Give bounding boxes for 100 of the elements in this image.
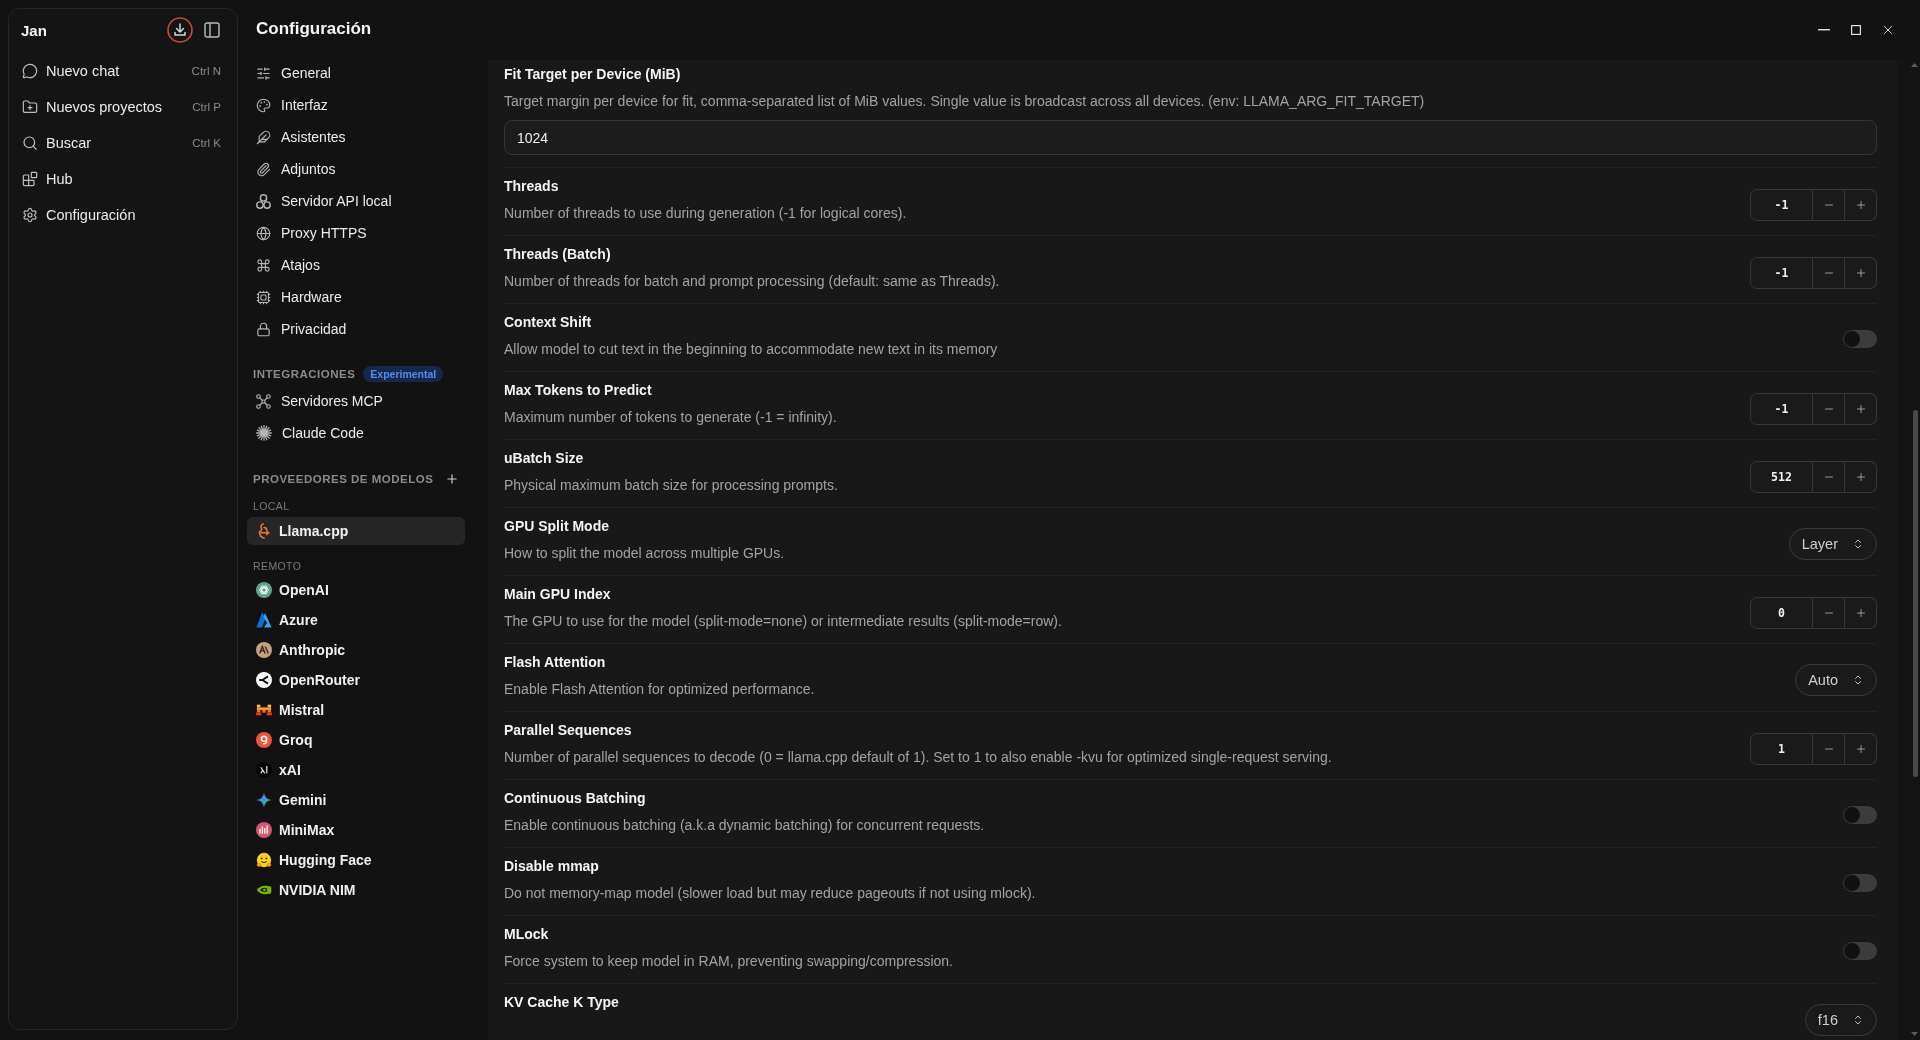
decrement-button[interactable] bbox=[1813, 461, 1845, 493]
sidebar-item[interactable]: Configuración bbox=[17, 197, 229, 233]
section-heading: INTEGRACIONES bbox=[253, 368, 356, 380]
provider-item[interactable]: Groq bbox=[247, 726, 465, 754]
decrement-button[interactable] bbox=[1813, 257, 1845, 289]
setting-title: MLock bbox=[504, 925, 550, 944]
arrow-logo-icon bbox=[256, 672, 272, 688]
nav-item[interactable]: Hardware bbox=[247, 281, 465, 313]
setting-title: KV Cache K Type bbox=[504, 993, 620, 1012]
plus-icon bbox=[1854, 199, 1867, 211]
increment-button[interactable] bbox=[1845, 257, 1877, 289]
provider-item[interactable]: xAI bbox=[247, 756, 465, 784]
setting-description: Target margin per device for fit, comma-separated list of MiB values. Single value is broadcast across all devices. (env: LLAMA_ARG_FIT_TARGET) bbox=[504, 92, 1426, 111]
increment-button[interactable] bbox=[1845, 461, 1877, 493]
shortcut-label: Ctrl N bbox=[191, 65, 221, 77]
shortcut-label: Ctrl K bbox=[192, 137, 221, 149]
slash-logo-icon bbox=[256, 642, 272, 658]
setting-title: Main GPU Index bbox=[504, 585, 612, 604]
setting-title: Flash Attention bbox=[504, 653, 607, 672]
nav-item[interactable]: Proxy HTTPS bbox=[247, 217, 465, 249]
setting-title: Context Shift bbox=[504, 313, 593, 332]
sidebar-item[interactable]: Hub bbox=[17, 161, 229, 197]
toggle-switch[interactable] bbox=[1843, 874, 1877, 892]
text-field[interactable]: 1024 bbox=[504, 120, 1877, 155]
number-field[interactable]: 512 bbox=[1750, 461, 1813, 493]
flame-logo-icon bbox=[256, 523, 272, 539]
sidebar-item[interactable]: Nuevos proyectos Ctrl P bbox=[17, 89, 229, 125]
download-icon bbox=[167, 17, 193, 43]
palette-icon bbox=[256, 97, 271, 113]
select-dropdown[interactable]: Layer bbox=[1788, 528, 1877, 560]
provider-item[interactable]: MiniMax bbox=[247, 816, 465, 844]
scrollbar-thumb[interactable] bbox=[1913, 410, 1918, 777]
paperclip-icon bbox=[256, 161, 271, 177]
provider-item[interactable]: Hugging Face bbox=[247, 846, 465, 874]
nav-item[interactable]: Privacidad bbox=[247, 313, 465, 345]
setting-description: Maximum number of tokens to generate (-1 = infinity). bbox=[504, 408, 838, 427]
increment-button[interactable] bbox=[1845, 189, 1877, 221]
toggle-switch[interactable] bbox=[1843, 942, 1877, 960]
select-dropdown[interactable]: f16 bbox=[1804, 1004, 1877, 1036]
nav-item[interactable]: Adjuntos bbox=[247, 153, 465, 185]
number-field[interactable]: 1 bbox=[1750, 733, 1813, 765]
setting-description: Force system to keep model in RAM, preventing swapping/compression. bbox=[504, 952, 954, 971]
toggle-switch[interactable] bbox=[1843, 330, 1877, 348]
group-heading: LOCAL bbox=[252, 499, 291, 514]
provider-item[interactable]: Anthropic bbox=[247, 636, 465, 664]
group-heading: REMOTO bbox=[252, 559, 303, 574]
nav-item[interactable]: Atajos bbox=[247, 249, 465, 281]
nav-item[interactable]: Servidores MCP bbox=[247, 385, 465, 417]
decrement-button[interactable] bbox=[1813, 597, 1845, 629]
provider-item[interactable]: NVIDIA NIM bbox=[247, 876, 465, 904]
provider-item[interactable]: Llama.cpp bbox=[247, 517, 465, 545]
provider-item[interactable]: Mistral bbox=[247, 696, 465, 724]
provider-item[interactable]: Gemini bbox=[247, 786, 465, 814]
number-field[interactable]: -1 bbox=[1750, 257, 1813, 289]
minimize-icon bbox=[1818, 29, 1830, 31]
download-button[interactable] bbox=[167, 17, 193, 43]
ring-logo-icon bbox=[256, 732, 272, 748]
setting-description: Enable Flash Attention for optimized performance. bbox=[504, 680, 816, 699]
search-icon bbox=[22, 135, 38, 151]
plus-icon bbox=[445, 472, 459, 486]
sidebar-item[interactable]: Buscar Ctrl K bbox=[17, 125, 229, 161]
decrement-button[interactable] bbox=[1813, 733, 1845, 765]
sidebar-item[interactable]: Nuevo chat Ctrl N bbox=[17, 53, 229, 89]
close-icon bbox=[1881, 23, 1895, 37]
chat-bubble-icon bbox=[22, 63, 38, 79]
nav-item[interactable]: Claude Code bbox=[247, 417, 465, 449]
scroll-up-arrow-icon[interactable] bbox=[1911, 63, 1918, 67]
setting-description: Allow model to cut text in the beginning to accommodate new text in its memory bbox=[504, 340, 999, 359]
number-field[interactable]: 0 bbox=[1750, 597, 1813, 629]
decrement-button[interactable] bbox=[1813, 189, 1845, 221]
settings-icon bbox=[22, 207, 38, 223]
sliders-icon bbox=[256, 65, 271, 81]
provider-item[interactable]: OpenAI bbox=[247, 576, 465, 604]
sidebar-panel-icon bbox=[204, 22, 220, 38]
nav-item[interactable]: Servidor API local bbox=[247, 185, 465, 217]
setting-description: The GPU to use for the model (split-mode=none) or intermediate results (split-mode=row). bbox=[504, 612, 1063, 631]
setting-description: Number of parallel sequences to decode (0 = llama.cpp default of 1). Set to 1 to also enable -kvu for optimized single-request serving. bbox=[504, 748, 1333, 767]
increment-button[interactable] bbox=[1845, 597, 1877, 629]
chevron-up-down-icon bbox=[1852, 674, 1864, 686]
plus-icon bbox=[1854, 471, 1867, 483]
number-field[interactable]: -1 bbox=[1750, 393, 1813, 425]
add-button[interactable] bbox=[444, 471, 460, 487]
select-dropdown[interactable]: Auto bbox=[1795, 664, 1877, 696]
setting-title: uBatch Size bbox=[504, 449, 585, 468]
decrement-button[interactable] bbox=[1813, 393, 1845, 425]
provider-item[interactable]: OpenRouter bbox=[247, 666, 465, 694]
nav-item[interactable]: General bbox=[247, 57, 465, 89]
provider-item[interactable]: Azure bbox=[247, 606, 465, 634]
number-field[interactable]: -1 bbox=[1750, 189, 1813, 221]
scroll-down-arrow-icon[interactable] bbox=[1911, 1032, 1918, 1036]
nav-item[interactable]: Interfaz bbox=[247, 89, 465, 121]
plus-icon bbox=[1854, 607, 1867, 619]
increment-button[interactable] bbox=[1845, 393, 1877, 425]
toggle-switch[interactable] bbox=[1843, 806, 1877, 824]
increment-button[interactable] bbox=[1845, 733, 1877, 765]
setting-description: Number of threads for batch and prompt processing (default: same as Threads). bbox=[504, 272, 1001, 291]
shortcut-label: Ctrl P bbox=[192, 101, 221, 113]
chevron-up-down-icon bbox=[1852, 1014, 1864, 1026]
page-title: Configuración bbox=[255, 18, 373, 40]
nav-item[interactable]: Asistentes bbox=[247, 121, 465, 153]
